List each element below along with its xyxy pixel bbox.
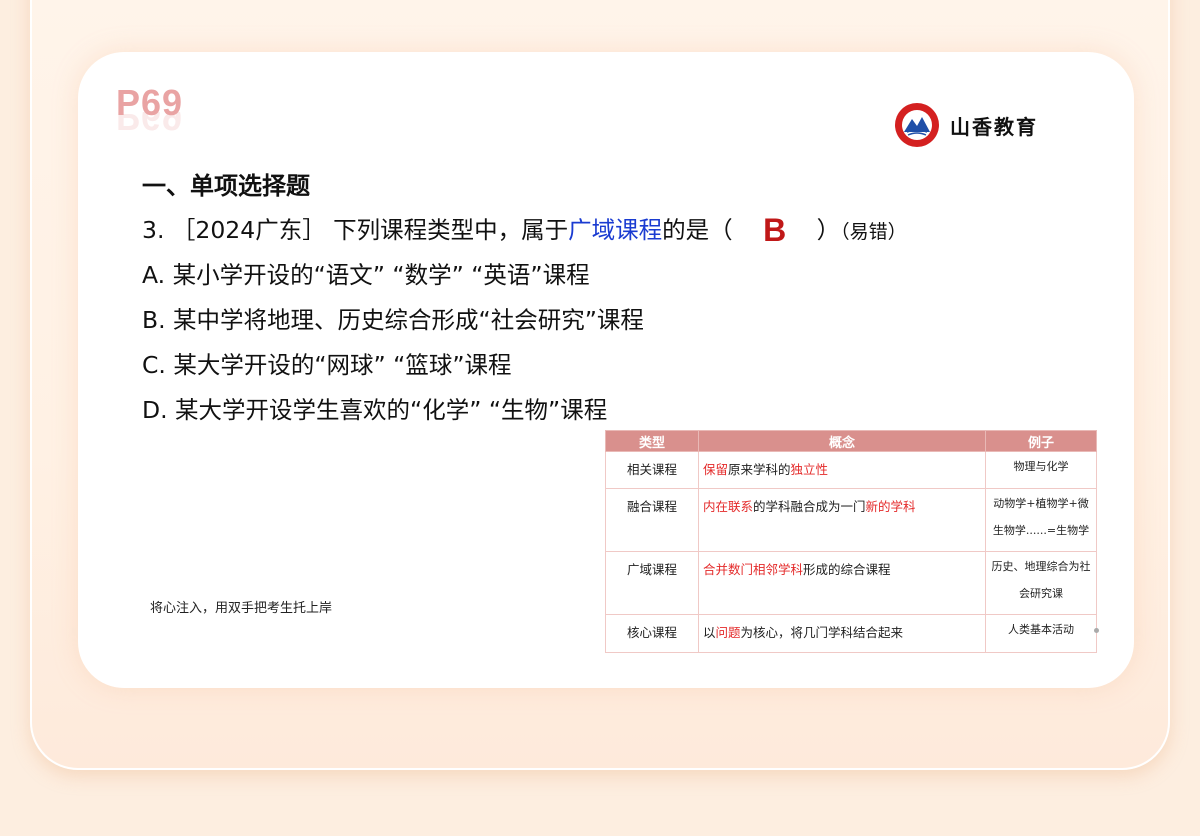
row-type: 核心课程 — [605, 614, 699, 653]
row-type: 相关课程 — [605, 450, 699, 490]
option-a: A. 某小学开设的“语文” “数学” “英语”课程 — [142, 261, 590, 289]
row-type: 融合课程 — [605, 488, 699, 553]
option-c: C. 某大学开设的“网球” “篮球”课程 — [142, 351, 512, 379]
table-row: 广域课程 合并数门相邻学科形成的综合课程 历史、地理综合为社会研究课 — [605, 551, 1097, 616]
row-concept: 以问题为核心，将几门学科结合起来 — [698, 614, 986, 653]
row-type: 广域课程 — [605, 551, 699, 616]
table-row: 相关课程 保留原来学科的独立性 物理与化学 — [605, 450, 1097, 490]
row-example: 人类基本活动 — [985, 614, 1097, 653]
motto-text: 将心注入，用双手把考生托上岸 — [150, 601, 333, 616]
question-suffix: 的是（ — [662, 216, 733, 244]
curriculum-table: 类型 概念 例子 相关课程 保留原来学科的独立性 物理与化学 融合课程 内在联系… — [605, 430, 1097, 653]
resize-dot — [1094, 628, 1099, 633]
header-type: 类型 — [605, 430, 699, 452]
option-d: D. 某大学开设学生喜欢的“化学” “生物”课程 — [142, 396, 608, 424]
table-row: 核心课程 以问题为核心，将几门学科结合起来 人类基本活动 — [605, 614, 1097, 653]
row-example: 历史、地理综合为社会研究课 — [985, 551, 1097, 616]
section-title: 一、单项选择题 — [142, 172, 310, 200]
table-header-row: 类型 概念 例子 — [605, 430, 1097, 452]
row-concept: 内在联系的学科融合成为一门新的学科 — [698, 488, 986, 553]
question-stem: 3. ［2024广东］ 下列课程类型中，属于广域课程的是（ B ）（易错） — [142, 211, 907, 249]
option-b: B. 某中学将地理、历史综合形成“社会研究”课程 — [142, 306, 644, 334]
brand-logo: 山香教育 — [894, 102, 1038, 148]
answer-letter: B — [763, 212, 787, 248]
brand-seal-icon — [895, 103, 939, 147]
table-row: 融合课程 内在联系的学科融合成为一门新的学科 动物学+植物学+微生物学.....… — [605, 488, 1097, 553]
question-prefix: 3. ［2024广东］ 下列课程类型中，属于 — [142, 216, 569, 244]
row-example: 物理与化学 — [985, 450, 1097, 490]
question-close: ） — [816, 216, 841, 244]
page-number-reflection: P69 — [116, 112, 184, 138]
header-concept: 概念 — [698, 430, 986, 452]
row-concept: 合并数门相邻学科形成的综合课程 — [698, 551, 986, 616]
row-example: 动物学+植物学+微生物学......=生物学 — [985, 488, 1097, 553]
brand-name: 山香教育 — [950, 114, 1038, 139]
row-concept: 保留原来学科的独立性 — [698, 450, 986, 490]
header-example: 例子 — [985, 430, 1097, 452]
slide-card: P69 P69 山香教育 一、单项选择题 3. ［2024广东］ 下列课程类型中… — [78, 52, 1134, 688]
question-keyword: 广域课程 — [568, 216, 663, 244]
question-note: （易错） — [840, 221, 907, 243]
